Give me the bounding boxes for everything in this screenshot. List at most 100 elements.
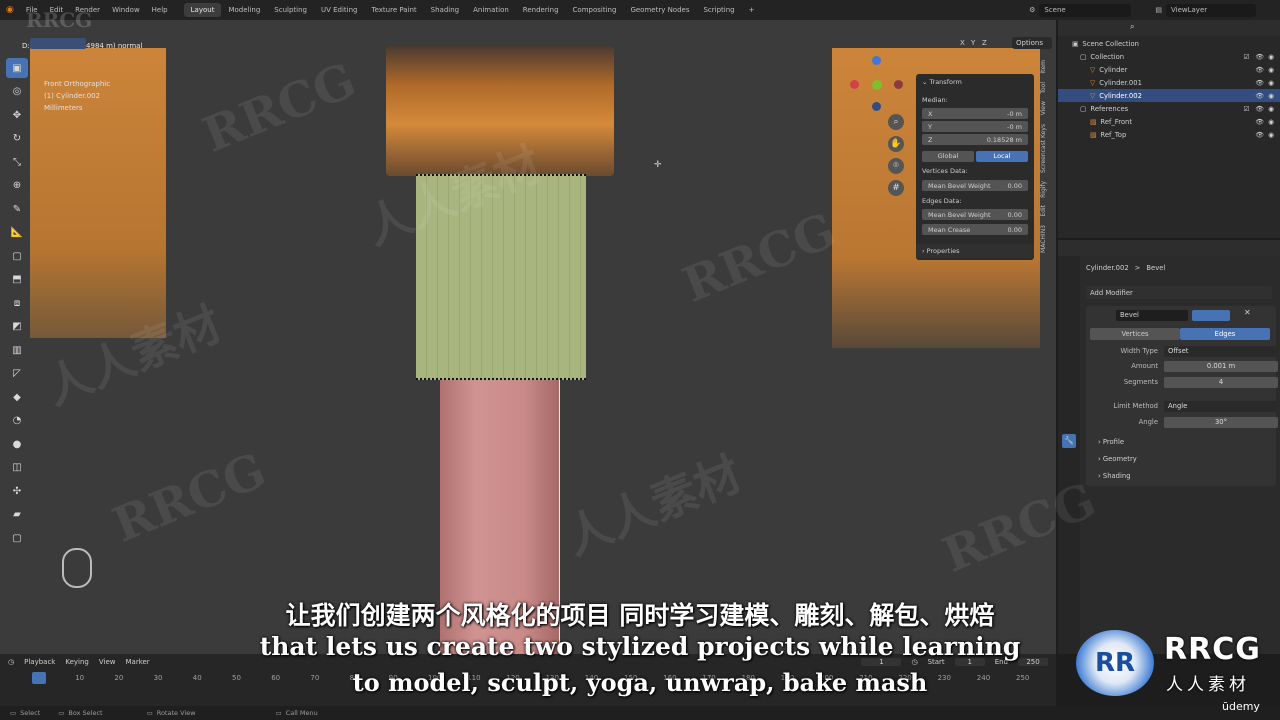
checkbox-icon[interactable]: ☑ xyxy=(1243,105,1249,113)
width-type-dropdown[interactable]: Offset xyxy=(1164,345,1278,357)
global-toggle[interactable]: Global xyxy=(922,151,974,162)
add-workspace-button[interactable]: + xyxy=(742,3,762,17)
gizmo-neg-z-icon[interactable] xyxy=(872,102,881,111)
mean-bevel-weight-vertex-field[interactable]: Mean Bevel Weight 0.00 xyxy=(922,180,1028,191)
tab-view[interactable]: View xyxy=(1040,101,1047,115)
tab-scripting[interactable]: Scripting xyxy=(696,3,741,17)
annotate-tool-icon[interactable]: ✎ xyxy=(6,199,28,219)
knife-tool-icon[interactable]: ◸ xyxy=(6,364,28,384)
mean-crease-field[interactable]: Mean Crease 0.00 xyxy=(922,224,1028,235)
segments-field[interactable]: 4 xyxy=(1164,376,1278,388)
tab-screencast-keys[interactable]: Screencast Keys xyxy=(1040,124,1047,173)
limit-method-dropdown[interactable]: Angle xyxy=(1164,400,1278,412)
options-dropdown[interactable]: Options xyxy=(1012,37,1052,49)
camera-icon[interactable]: ◉ xyxy=(1268,118,1274,126)
loop-cut-tool-icon[interactable]: ▥ xyxy=(6,340,28,360)
tab-texture-paint[interactable]: Texture Paint xyxy=(365,3,424,17)
outliner-row-cylinder-002[interactable]: ▽ Cylinder.002 👁 ◉ xyxy=(1058,89,1280,102)
add-cube-tool-icon[interactable]: ▢ xyxy=(6,246,28,266)
menu-help[interactable]: Help xyxy=(146,6,174,14)
tab-geometry-nodes[interactable]: Geometry Nodes xyxy=(623,3,696,17)
shrink-fatten-tool-icon[interactable]: ✣ xyxy=(6,481,28,501)
outliner-row-cylinder-001[interactable]: ▽ Cylinder.001 👁 ◉ xyxy=(1058,76,1280,89)
eye-icon[interactable]: 👁 xyxy=(1255,79,1264,87)
rip-tool-icon[interactable]: ▢ xyxy=(6,528,28,548)
gizmo-z-axis-icon[interactable] xyxy=(872,56,881,65)
profile-subpanel[interactable]: › Profile xyxy=(1098,438,1124,446)
eye-icon[interactable]: 👁 xyxy=(1255,118,1264,126)
menu-window[interactable]: Window xyxy=(106,6,146,14)
eye-icon[interactable]: 👁 xyxy=(1255,131,1264,139)
gizmo-y-axis-icon[interactable] xyxy=(872,80,882,90)
scene-selector[interactable]: Scene xyxy=(1039,3,1132,17)
shading-subpanel[interactable]: › Shading xyxy=(1098,472,1131,480)
outliner-row-ref-front[interactable]: ▧ Ref_Front 👁 ◉ xyxy=(1058,115,1280,128)
local-toggle[interactable]: Local xyxy=(976,151,1028,162)
zoom-icon[interactable]: ⌕ xyxy=(888,114,904,130)
modifier-editmode-icons[interactable] xyxy=(1192,310,1230,321)
view-layer-selector[interactable]: ViewLayer xyxy=(1166,3,1256,17)
amount-field[interactable]: 0.001 m xyxy=(1164,360,1278,372)
outliner-row-ref-top[interactable]: ▧ Ref_Top 👁 ◉ xyxy=(1058,128,1280,141)
scale-tool-icon[interactable]: ⤡ xyxy=(6,152,28,172)
modifier-close-icon[interactable]: ✕ xyxy=(1244,308,1251,317)
measure-tool-icon[interactable]: 📐 xyxy=(6,223,28,243)
select-box-tool-icon[interactable]: ▣ xyxy=(6,58,28,78)
tab-edges[interactable]: Edges xyxy=(1180,328,1270,340)
modifier-name-field[interactable]: Bevel xyxy=(1116,310,1188,321)
median-y-field[interactable]: Y -0 m xyxy=(922,121,1028,132)
checkbox-icon[interactable]: ☑ xyxy=(1243,53,1249,61)
eye-icon[interactable]: 👁 xyxy=(1255,92,1264,100)
move-tool-icon[interactable]: ✥ xyxy=(6,105,28,125)
select-mode-icons[interactable] xyxy=(30,38,86,49)
axis-lock-y[interactable]: Y xyxy=(971,39,975,47)
shear-tool-icon[interactable]: ▰ xyxy=(6,505,28,525)
poly-build-tool-icon[interactable]: ◆ xyxy=(6,387,28,407)
transform-tool-icon[interactable]: ⊕ xyxy=(6,176,28,196)
add-modifier-dropdown[interactable]: Add Modifier xyxy=(1086,286,1272,299)
properties-panel-header[interactable]: › Properties xyxy=(916,244,1034,258)
camera-icon[interactable]: ◉ xyxy=(1268,79,1274,87)
outliner-row-collection[interactable]: ▢ Collection ☑ 👁 ◉ xyxy=(1058,50,1280,63)
tab-sculpting[interactable]: Sculpting xyxy=(267,3,314,17)
median-z-field[interactable]: Z 0.18528 m xyxy=(922,134,1028,145)
tab-vertices[interactable]: Vertices xyxy=(1090,328,1180,340)
outliner-search-icon[interactable]: ⌕ xyxy=(1130,22,1134,32)
tab-machin3[interactable]: MACHIN3 xyxy=(1040,225,1047,253)
eye-icon[interactable]: 👁 xyxy=(1255,105,1264,113)
transform-panel-header[interactable]: ⌄ Transform xyxy=(922,78,962,86)
outliner-row-cylinder[interactable]: ▽ Cylinder 👁 ◉ xyxy=(1058,63,1280,76)
spin-tool-icon[interactable]: ◔ xyxy=(6,411,28,431)
inset-tool-icon[interactable]: ⧈ xyxy=(6,293,28,313)
navigation-gizmo[interactable] xyxy=(850,56,906,112)
wrench-icon[interactable]: 🔧 xyxy=(1062,434,1076,448)
blender-logo-icon[interactable]: ◉ xyxy=(0,5,20,15)
tab-uv-editing[interactable]: UV Editing xyxy=(314,3,365,17)
camera-view-icon[interactable]: ⌾ xyxy=(888,158,904,174)
pan-hand-icon[interactable]: ✋ xyxy=(888,136,904,152)
mean-bevel-weight-edge-field[interactable]: Mean Bevel Weight 0.00 xyxy=(922,209,1028,220)
tab-shading[interactable]: Shading xyxy=(424,3,466,17)
cursor-tool-icon[interactable]: ◎ xyxy=(6,82,28,102)
camera-icon[interactable]: ◉ xyxy=(1268,53,1274,61)
ortho-grid-icon[interactable]: # xyxy=(888,180,904,196)
camera-icon[interactable]: ◉ xyxy=(1268,66,1274,74)
tab-animation[interactable]: Animation xyxy=(466,3,516,17)
camera-icon[interactable]: ◉ xyxy=(1268,92,1274,100)
eye-icon[interactable]: 👁 xyxy=(1255,53,1264,61)
bevel-tool-icon[interactable]: ◩ xyxy=(6,317,28,337)
tab-tool[interactable]: Tool xyxy=(1040,82,1047,94)
tab-modeling[interactable]: Modeling xyxy=(221,3,267,17)
tab-layout[interactable]: Layout xyxy=(183,3,222,17)
edge-slide-tool-icon[interactable]: ◫ xyxy=(6,458,28,478)
tab-compositing[interactable]: Compositing xyxy=(566,3,624,17)
median-x-field[interactable]: X -0 m xyxy=(922,108,1028,119)
axis-lock-z[interactable]: Z xyxy=(982,39,987,47)
outliner-row-scene-collection[interactable]: ▣ Scene Collection xyxy=(1058,37,1280,50)
outliner-row-references[interactable]: ▢ References ☑ 👁 ◉ xyxy=(1058,102,1280,115)
tab-rigify[interactable]: Rigify xyxy=(1040,181,1047,198)
eye-icon[interactable]: 👁 xyxy=(1255,66,1264,74)
extrude-tool-icon[interactable]: ⬒ xyxy=(6,270,28,290)
axis-lock-x[interactable]: X xyxy=(960,39,965,47)
camera-icon[interactable]: ◉ xyxy=(1268,131,1274,139)
